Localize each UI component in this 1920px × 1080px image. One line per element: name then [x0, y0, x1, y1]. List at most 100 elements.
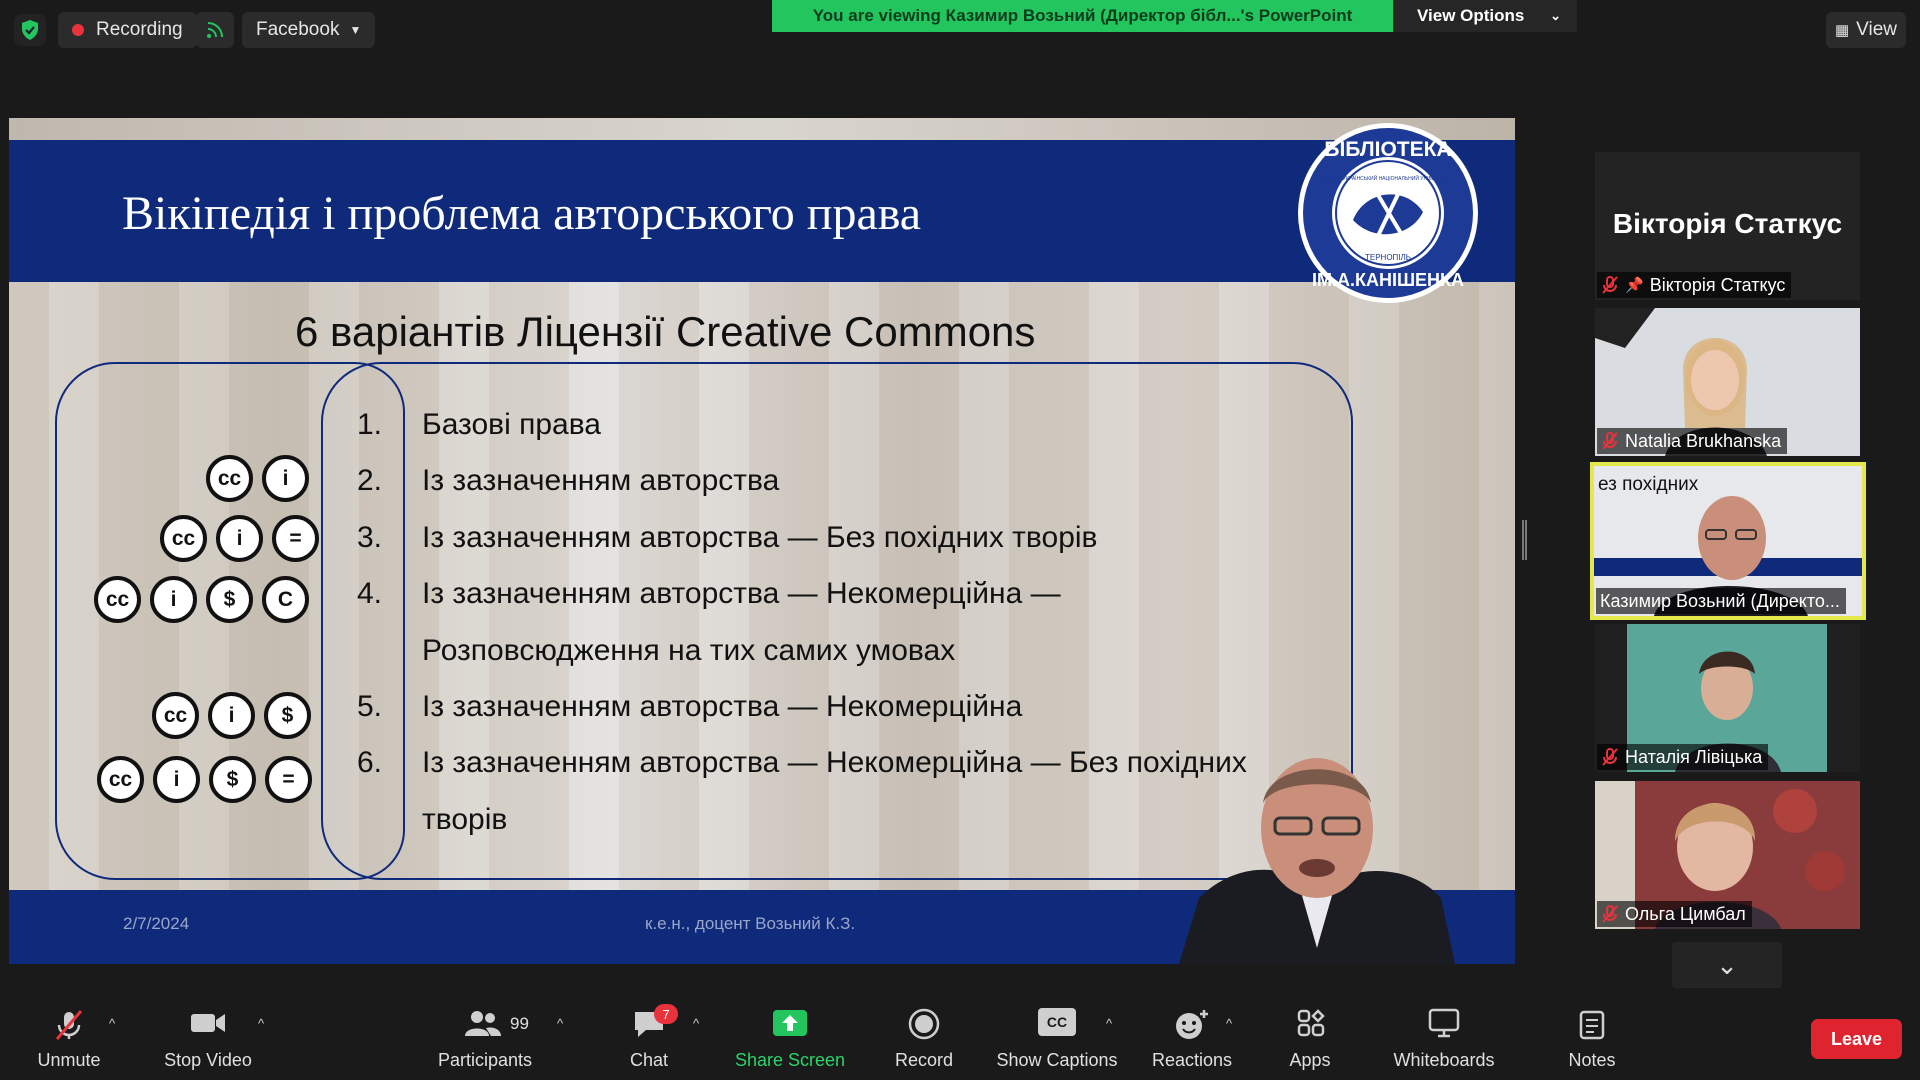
chat-options-caret-icon[interactable]: ^ — [693, 1016, 699, 1031]
participant-name: Natalia Brukhanska — [1625, 430, 1782, 451]
mic-muted-icon — [1602, 276, 1618, 294]
cc-icon: cc — [160, 515, 207, 562]
record-button[interactable]: Record — [880, 990, 968, 1080]
view-options-label: View Options — [1417, 6, 1525, 25]
slide-title: Вікіпедія і проблема авторського права — [122, 187, 922, 240]
mic-muted-icon — [1602, 905, 1618, 923]
caret-down-icon: ▼ — [349, 23, 362, 37]
recording-indicator[interactable]: Recording — [58, 12, 197, 48]
item-number: 6. — [357, 746, 383, 779]
attribution-icon: i — [153, 756, 200, 803]
participants-count: 99 — [510, 1014, 529, 1033]
participant-nametag: Казимир Возьний (Директо... — [1596, 588, 1846, 614]
logo-text-bottom: ІМ.А.КАНІШЕНКА — [1312, 270, 1464, 290]
facebook-dropdown[interactable]: Facebook ▼ — [242, 12, 376, 48]
no-derivatives-icon: = — [265, 756, 312, 803]
video-options-caret-icon[interactable]: ^ — [258, 1016, 264, 1031]
unmute-label: Unmute — [37, 1050, 101, 1070]
leave-button[interactable]: Leave — [1811, 1019, 1902, 1059]
participants-options-caret-icon[interactable]: ^ — [557, 1016, 563, 1031]
record-label: Record — [894, 1050, 954, 1070]
participant-tile[interactable]: Ольга Цимбал — [1595, 781, 1860, 929]
participant-nametag: Ольга Цимбал — [1597, 901, 1752, 927]
participant-tile[interactable]: Natalia Brukhanska — [1595, 308, 1860, 456]
license-item-continued: Розповсюдження на тих самих умовах — [422, 634, 956, 667]
shared-slide: Вікіпедія і проблема авторського права Б… — [9, 118, 1515, 964]
non-commercial-icon: $ — [264, 692, 311, 739]
whiteboards-button[interactable]: Whiteboards — [1384, 990, 1504, 1080]
cc-icons-row-4: cc i $ C — [94, 576, 309, 623]
panel-resize-handle[interactable] — [1522, 520, 1527, 560]
captions-icon: CC — [1038, 1008, 1076, 1036]
live-stream-icon[interactable] — [196, 12, 234, 48]
slide-footer-author: к.е.н., доцент Возьний К.З. — [645, 914, 856, 933]
recording-dot-icon — [72, 24, 84, 36]
participants-label: Participants — [437, 1050, 533, 1070]
video-camera-icon — [191, 1014, 225, 1032]
stop-video-button[interactable]: Stop Video — [158, 990, 258, 1080]
license-item: Із зазначенням авторства — Некомерційна … — [422, 746, 1247, 779]
license-item: Із зазначенням авторства — Некомерційна … — [422, 577, 1061, 610]
participant-tile-active-speaker[interactable]: ез похідних Казимир Возьний (Директо... — [1590, 462, 1866, 620]
cc-icon: cc — [97, 756, 144, 803]
view-options-button[interactable]: View Options ⌄ — [1393, 0, 1577, 32]
record-icon — [908, 1008, 940, 1040]
reactions-options-caret-icon[interactable]: ^ — [1226, 1016, 1232, 1031]
attribution-icon: i — [208, 692, 255, 739]
notes-button[interactable]: Notes — [1552, 990, 1632, 1080]
participant-tile[interactable]: Наталія Лівіцька — [1595, 624, 1860, 772]
item-number: 3. — [357, 521, 383, 554]
cc-icon: cc — [152, 692, 199, 739]
apps-button[interactable]: Apps — [1268, 990, 1352, 1080]
chat-button[interactable]: 7 Chat — [614, 990, 684, 1080]
participant-nametag: Наталія Лівіцька — [1597, 744, 1769, 770]
security-shield-icon[interactable] — [14, 14, 46, 46]
captions-options-caret-icon[interactable]: ^ — [1106, 1016, 1112, 1031]
cc-icon: cc — [94, 576, 141, 623]
chat-label: Chat — [629, 1050, 669, 1070]
participant-tile[interactable]: Вікторія Статкус 📌 Вікторія Статкус — [1595, 152, 1860, 300]
item-number: 1. — [357, 408, 383, 441]
attribution-icon: i — [150, 576, 197, 623]
share-screen-label: Share Screen — [734, 1050, 846, 1070]
mic-muted-icon — [1602, 432, 1618, 450]
license-item: Із зазначенням авторства — [422, 464, 780, 497]
show-captions-button[interactable]: CC Show Captions — [992, 990, 1122, 1080]
scroll-participants-down-button[interactable]: ⌄ — [1672, 942, 1782, 988]
top-bar: Recording Facebook ▼ You are viewing Каз… — [0, 0, 1920, 60]
cc-icons-row-5: cc i $ — [152, 692, 311, 739]
logo-city: ТЕРНОПІЛЬ — [1365, 253, 1411, 262]
slide-footer-date: 2/7/2024 — [123, 914, 190, 933]
layout-grid-icon: ▦ — [1834, 22, 1850, 39]
share-screen-button[interactable]: Share Screen — [730, 990, 850, 1080]
viewing-banner: You are viewing Казимир Возьний (Директо… — [772, 0, 1393, 32]
shared-slide-fragment: ез похідних — [1598, 474, 1699, 495]
unmute-button[interactable]: Unmute — [26, 990, 112, 1080]
whiteboards-label: Whiteboards — [1393, 1050, 1495, 1070]
view-label: View — [1856, 19, 1898, 40]
participant-name: Ольга Цимбал — [1625, 903, 1746, 924]
item-number: 4. — [357, 577, 383, 610]
cc-icons-row-3: cc i = — [160, 515, 319, 562]
reactions-button[interactable]: Reactions — [1144, 990, 1240, 1080]
logo-text-inner: ЗАХІДНОУКРАЇНСЬКИЙ НАЦІОНАЛЬНИЙ УНІВЕРСИ… — [1321, 174, 1455, 182]
slide-top-strip — [9, 118, 1515, 140]
participants-button[interactable]: 99 Participants — [430, 990, 540, 1080]
slide-subtitle: 6 варіантів Ліцензії Creative Commons — [295, 308, 1036, 355]
view-button[interactable]: ▦ View — [1826, 12, 1906, 48]
notes-label: Notes — [1568, 1050, 1616, 1070]
notes-icon — [1579, 1010, 1605, 1040]
item-number: 5. — [357, 690, 383, 723]
mic-muted-icon — [55, 1010, 83, 1040]
audio-options-caret-icon[interactable]: ^ — [109, 1016, 115, 1031]
show-captions-label: Show Captions — [996, 1050, 1118, 1070]
pin-icon: 📌 — [1625, 277, 1644, 294]
chat-unread-badge: 7 — [654, 1004, 678, 1024]
share-alike-icon: C — [262, 576, 309, 623]
participant-big-name: Вікторія Статкус — [1612, 208, 1843, 239]
whiteboard-icon — [1428, 1008, 1460, 1038]
stop-video-label: Stop Video — [164, 1050, 252, 1070]
meeting-toolbar: Unmute ^ Stop Video ^ 99 Participants ^ … — [0, 990, 1920, 1080]
non-commercial-icon: $ — [209, 756, 256, 803]
presenter-video-overlay — [1179, 758, 1455, 964]
